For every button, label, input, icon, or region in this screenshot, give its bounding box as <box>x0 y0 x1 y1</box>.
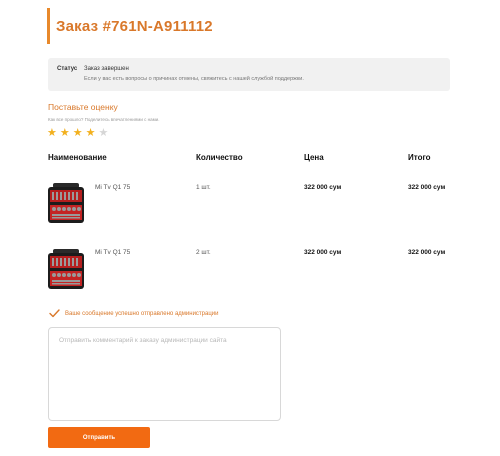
star-icon[interactable]: ★ <box>60 127 70 139</box>
comment-textarea[interactable] <box>48 327 281 421</box>
star-icon[interactable]: ★ <box>86 127 96 139</box>
header-total: Итого <box>408 153 431 162</box>
page-title: Заказ #761N-A911112 <box>56 17 213 35</box>
rating-subtitle: Как все прошло? Поделитесь впечатлениями… <box>48 117 160 122</box>
star-icon[interactable]: ★ <box>47 127 57 139</box>
header-name: Наименование <box>48 153 107 162</box>
header-quantity: Количество <box>196 153 243 162</box>
product-total: 322 000 сум <box>408 184 446 191</box>
star-icon[interactable]: ★ <box>99 127 109 139</box>
product-total: 322 000 сум <box>408 249 446 256</box>
rating-title: Поставьте оценку <box>48 102 118 112</box>
product-price: 322 000 сум <box>304 184 342 191</box>
rating-stars: ★ ★ ★ ★ ★ <box>47 127 108 139</box>
checkmark-icon <box>49 309 60 318</box>
status-label: Статус <box>57 66 78 72</box>
send-button[interactable]: Отправить <box>48 427 150 448</box>
product-name[interactable]: Mi Tv Q1 75 <box>95 249 130 256</box>
success-message: Ваше сообщение успешно отправлено админи… <box>49 309 218 318</box>
toolbox-icon <box>48 183 84 223</box>
status-note: Если у вас есть вопросы о причинах отмен… <box>84 76 304 82</box>
status-panel: Статус Заказ завершен Если у вас есть во… <box>48 58 450 91</box>
product-quantity: 2 шт. <box>196 249 211 256</box>
success-text: Ваше сообщение успешно отправлено админи… <box>65 310 219 317</box>
product-name[interactable]: Mi Tv Q1 75 <box>95 184 130 191</box>
header-price: Цена <box>304 153 324 162</box>
product-quantity: 1 шт. <box>196 184 211 191</box>
toolbox-icon <box>48 249 84 289</box>
star-icon[interactable]: ★ <box>73 127 83 139</box>
product-price: 322 000 сум <box>304 249 342 256</box>
page-title-block: Заказ #761N-A911112 <box>47 8 213 44</box>
status-value: Заказ завершен <box>84 66 129 72</box>
